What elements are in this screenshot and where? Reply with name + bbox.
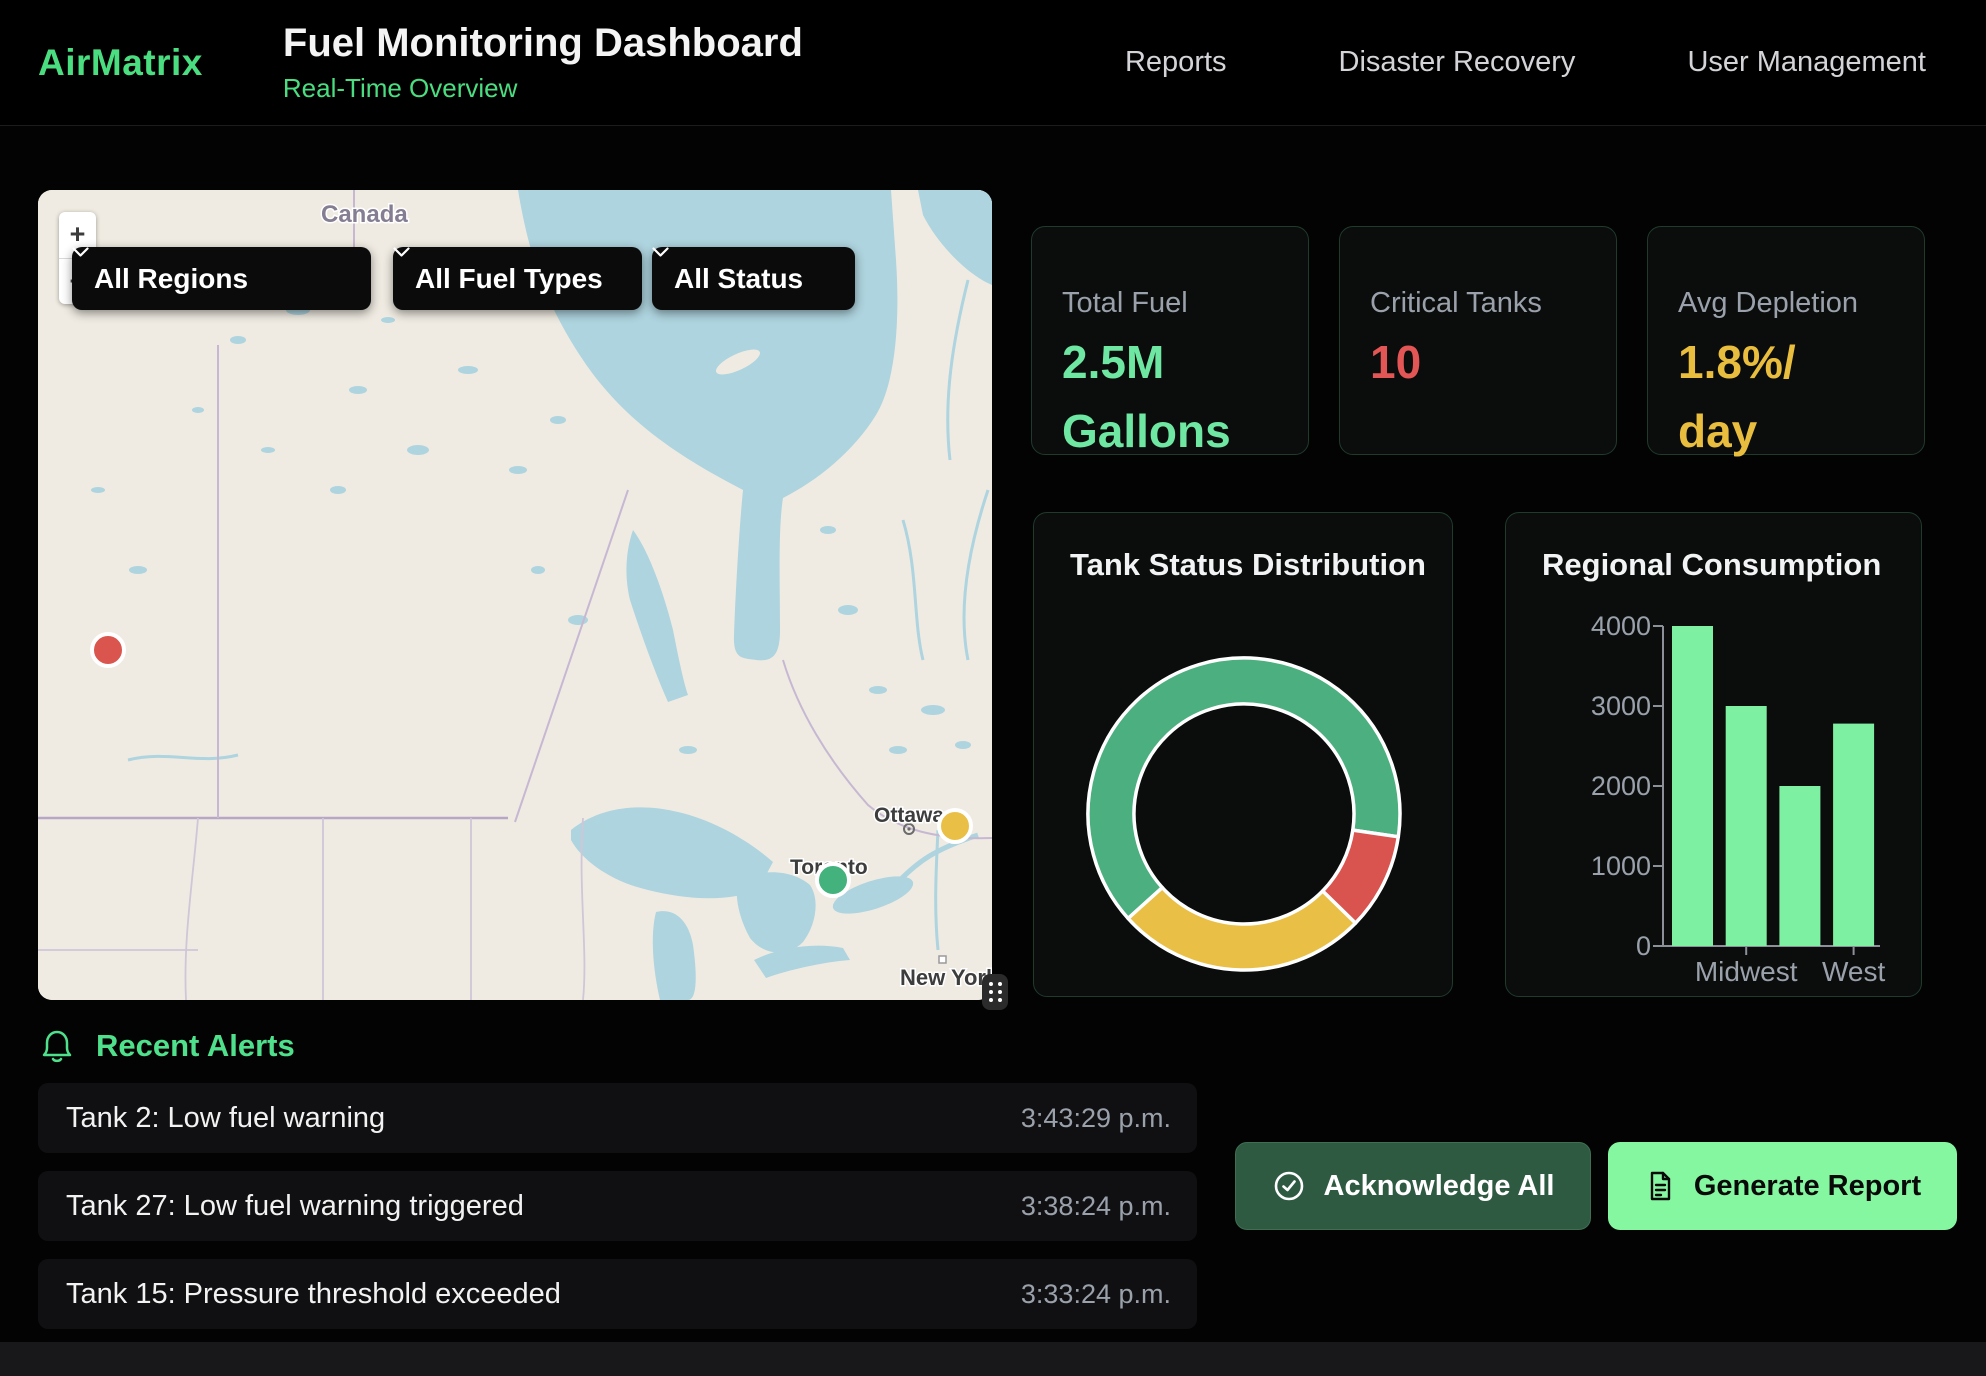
- fuel-monitoring-dashboard: AirMatrix Fuel Monitoring Dashboard Real…: [0, 0, 1986, 1376]
- regional-consumption-chart: 0 1000 2000 3000 4000 Midwest West: [1506, 583, 1923, 988]
- map-marker-warning[interactable]: [939, 810, 971, 842]
- bar-0: [1672, 626, 1713, 946]
- stat-label: Avg Depletion: [1678, 287, 1924, 320]
- nav-user-management[interactable]: User Management: [1687, 46, 1926, 79]
- title-block: Fuel Monitoring Dashboard Real-Time Over…: [283, 21, 803, 104]
- stat-card-avg-depletion: Avg Depletion 1.8%/day: [1647, 226, 1925, 455]
- bar-2: [1779, 786, 1820, 946]
- map-label-ottawa: Ottawa: [874, 804, 944, 827]
- stat-card-total-fuel: Total Fuel 2.5MGallons: [1031, 226, 1309, 455]
- alert-text: Tank 27: Low fuel warning triggered: [66, 1190, 524, 1223]
- svg-text:West: West: [1822, 956, 1885, 987]
- svg-text:4000: 4000: [1591, 611, 1651, 641]
- map-canvas[interactable]: Canada Ottawa Toronto New York: [38, 190, 992, 1000]
- main-nav: Reports Disaster Recovery User Managemen…: [1125, 46, 1926, 79]
- nav-reports[interactable]: Reports: [1125, 46, 1227, 79]
- alert-row: Tank 2: Low fuel warning 3:43:29 p.m.: [38, 1083, 1197, 1153]
- chevron-down-icon: [652, 247, 669, 258]
- acknowledge-all-button[interactable]: Acknowledge All: [1235, 1142, 1591, 1230]
- drag-handle[interactable]: [982, 974, 1008, 1010]
- alert-row: Tank 15: Pressure threshold exceeded 3:3…: [38, 1259, 1197, 1329]
- header: AirMatrix Fuel Monitoring Dashboard Real…: [0, 0, 1986, 126]
- generate-report-button[interactable]: Generate Report: [1608, 1142, 1957, 1230]
- stat-value: 10: [1370, 328, 1616, 397]
- alert-time: 3:33:24 p.m.: [1021, 1279, 1171, 1310]
- chevron-down-icon: [393, 247, 410, 258]
- map-marker-critical[interactable]: [92, 634, 124, 666]
- donut-segment-warning: [1128, 888, 1355, 970]
- alert-time: 3:43:29 p.m.: [1021, 1103, 1171, 1134]
- fuel-types-dropdown-value: All Fuel Types: [415, 263, 603, 295]
- regional-consumption-panel: Regional Consumption 0 1000 2000 3000 4000 Mi…: [1505, 512, 1922, 997]
- nav-disaster-recovery[interactable]: Disaster Recovery: [1339, 46, 1576, 79]
- page-title: Fuel Monitoring Dashboard: [283, 21, 803, 65]
- svg-text:3000: 3000: [1591, 691, 1651, 721]
- regional-consumption-title: Regional Consumption: [1506, 513, 1921, 583]
- alert-text: Tank 2: Low fuel warning: [66, 1102, 385, 1135]
- alert-time: 3:38:24 p.m.: [1021, 1191, 1171, 1222]
- svg-text:0: 0: [1636, 931, 1651, 961]
- stat-label: Critical Tanks: [1370, 287, 1616, 320]
- svg-text:2000: 2000: [1591, 771, 1651, 801]
- status-dropdown-value: All Status: [674, 263, 803, 295]
- tank-status-panel: Tank Status Distribution: [1033, 512, 1453, 997]
- recent-alerts-label: Recent Alerts: [96, 1028, 295, 1064]
- tank-status-donut: [1034, 583, 1454, 988]
- fuel-map[interactable]: Canada Ottawa Toronto New York + − All R…: [38, 190, 992, 1000]
- footer-bar: [0, 1342, 1986, 1376]
- tank-status-title: Tank Status Distribution: [1034, 513, 1452, 583]
- map-marker-normal[interactable]: [817, 864, 849, 896]
- stat-card-critical-tanks: Critical Tanks 10: [1339, 226, 1617, 455]
- stat-label: Total Fuel: [1062, 287, 1308, 320]
- document-icon: [1644, 1170, 1676, 1202]
- bell-icon: [40, 1028, 74, 1064]
- map-label-new-york: New York: [900, 965, 992, 990]
- alert-row: Tank 27: Low fuel warning triggered 3:38…: [38, 1171, 1197, 1241]
- fuel-types-dropdown[interactable]: All Fuel Types: [393, 247, 642, 310]
- svg-text:Midwest: Midwest: [1695, 956, 1798, 987]
- alert-text: Tank 15: Pressure threshold exceeded: [66, 1278, 561, 1311]
- bar-1: [1726, 706, 1767, 946]
- chevron-down-icon: [72, 247, 89, 258]
- recent-alerts-heading: Recent Alerts: [40, 1028, 295, 1064]
- status-dropdown[interactable]: All Status: [652, 247, 855, 310]
- page-subtitle: Real-Time Overview: [283, 73, 803, 104]
- stat-value: 2.5MGallons: [1062, 328, 1308, 466]
- stat-value: 1.8%/day: [1678, 328, 1924, 466]
- regions-dropdown-value: All Regions: [94, 263, 248, 295]
- app-logo: AirMatrix: [38, 42, 203, 84]
- bar-3: [1833, 724, 1874, 946]
- map-label-canada: Canada: [321, 201, 408, 228]
- check-circle-icon: [1272, 1169, 1306, 1203]
- regions-dropdown[interactable]: All Regions: [72, 247, 371, 310]
- svg-text:1000: 1000: [1591, 851, 1651, 881]
